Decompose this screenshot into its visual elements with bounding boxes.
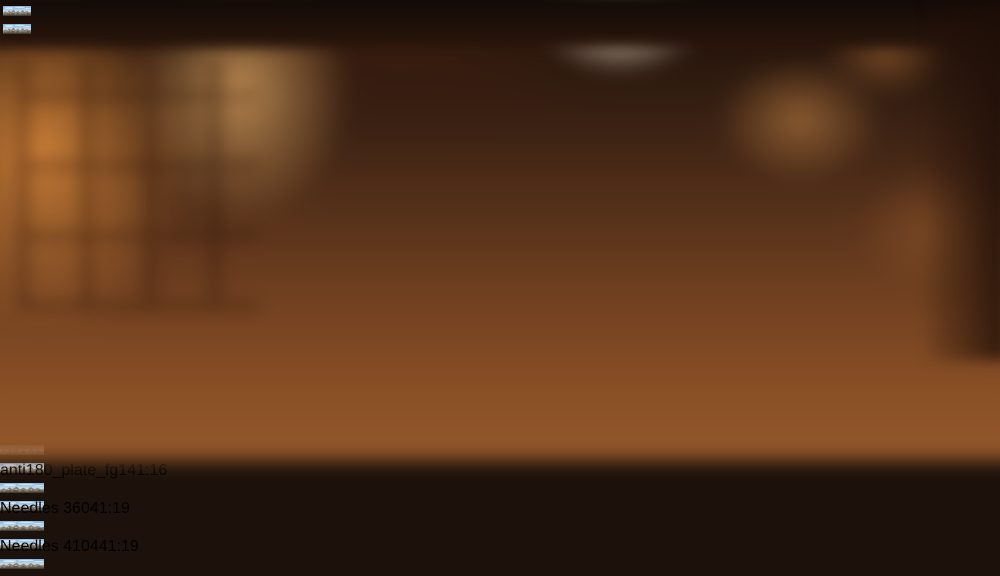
ceiling-beam (0, 0, 1000, 48)
pano-frame-bottom (3, 24, 31, 34)
wooden-desk (0, 420, 1000, 576)
preview-thumbnail (3, 3, 33, 23)
pano-frame-top (3, 6, 31, 16)
background-post (928, 0, 1000, 360)
window-grid (18, 60, 258, 310)
photo-scene: Premiere Pro CC File Edit Clip Sequence … (0, 0, 1000, 576)
